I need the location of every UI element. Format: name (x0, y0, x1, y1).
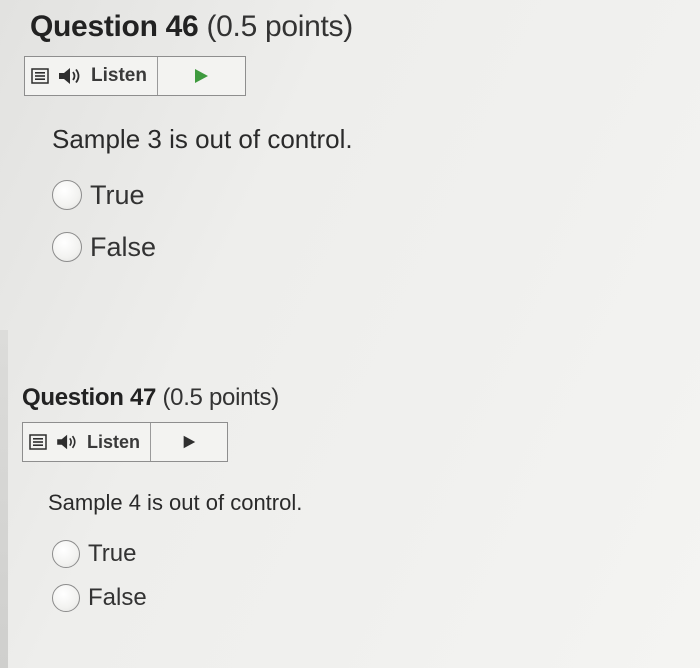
play-button[interactable] (151, 423, 227, 461)
listen-menu-button[interactable] (23, 423, 53, 461)
listen-label: Listen (87, 431, 141, 452)
radio-button[interactable] (52, 584, 80, 612)
option-false[interactable]: False (52, 576, 302, 620)
menu-icon (29, 434, 47, 450)
play-icon (195, 69, 209, 83)
option-label: True (90, 179, 145, 210)
option-label: True (88, 540, 137, 567)
listen-button[interactable]: Listen (55, 57, 158, 95)
question-number: Question 47 (22, 384, 157, 411)
listen-widget: Listen (24, 56, 246, 96)
radio-button[interactable] (52, 180, 82, 210)
question-title: Question 47 (0.5 points) (22, 384, 302, 412)
listen-menu-button[interactable] (25, 57, 55, 95)
option-label: False (88, 584, 147, 611)
option-label: False (90, 231, 157, 262)
question-points: (0.5 points) (162, 384, 279, 411)
question-points: (0.5 points) (206, 10, 353, 43)
radio-button[interactable] (52, 232, 82, 262)
play-button[interactable] (158, 57, 245, 95)
listen-label: Listen (91, 65, 147, 86)
answer-options: True False (52, 532, 302, 620)
play-icon (183, 435, 196, 449)
answer-options: True False (52, 169, 353, 273)
question-text: Sample 3 is out of control. (52, 124, 353, 154)
listen-widget: Listen (22, 422, 228, 462)
question-number: Question 46 (30, 10, 199, 43)
menu-icon (31, 68, 49, 84)
speaker-icon (59, 68, 80, 84)
question-text: Sample 4 is out of control. (48, 490, 303, 515)
option-true[interactable]: True (52, 169, 353, 221)
left-edge (0, 330, 8, 668)
option-true[interactable]: True (52, 532, 302, 576)
speaker-icon (57, 434, 76, 450)
question-47: Question 47 (0.5 points) Listen Sample 4… (22, 384, 302, 620)
question-title: Question 46 (0.5 points) (30, 10, 353, 44)
question-46: Question 46 (0.5 points) Listen Sample 3… (24, 10, 353, 273)
listen-button[interactable]: Listen (53, 423, 152, 461)
radio-button[interactable] (52, 540, 80, 568)
option-false[interactable]: False (52, 221, 353, 273)
